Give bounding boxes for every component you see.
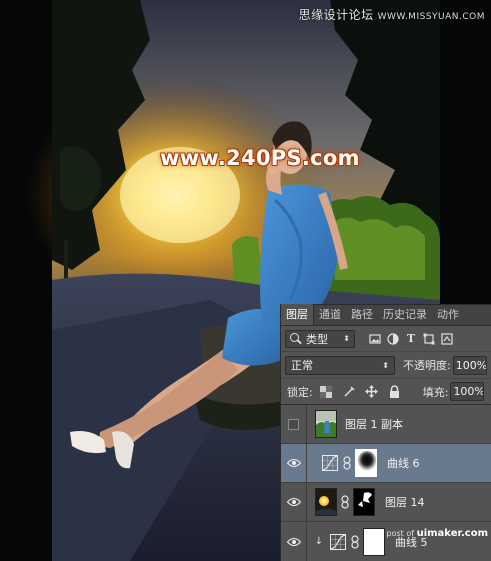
chain-link-icon[interactable] xyxy=(343,456,351,470)
layer-row-curves6[interactable]: 曲线 6 xyxy=(281,443,491,483)
visibility-toggle[interactable] xyxy=(281,482,307,522)
watermark-bottom-prefix: post of xyxy=(386,529,415,538)
fill-input[interactable]: 100% xyxy=(450,382,485,401)
eye-icon xyxy=(286,497,301,507)
eye-icon xyxy=(286,458,301,468)
visibility-off-box xyxy=(288,418,299,430)
type-filter-icon[interactable]: T xyxy=(405,332,417,345)
blend-row: 正常 ⬍ 不透明度: 100% xyxy=(281,352,491,379)
watermark-bottom: post of uimaker.com xyxy=(387,528,488,539)
lock-transparent-pixels-icon[interactable] xyxy=(319,385,333,399)
layer-filter-row: 类型 ⬍ T xyxy=(281,326,491,352)
chain-link-icon[interactable] xyxy=(351,534,359,549)
opacity-input[interactable]: 100% xyxy=(452,355,487,375)
layer-name: 图层 1 副本 xyxy=(345,418,403,431)
lock-label: 锁定: xyxy=(287,385,313,399)
curves-adjustment-icon xyxy=(329,533,347,551)
watermark-top-url: WWW.MISSYUAN.COM xyxy=(377,12,485,22)
clipping-mask-arrow-icon: ↓ xyxy=(314,536,324,547)
tab-layers[interactable]: 图层 xyxy=(281,304,314,325)
layer-thumbnail xyxy=(315,410,337,438)
image-filter-icon[interactable] xyxy=(369,333,381,345)
tab-history[interactable]: 历史记录 xyxy=(378,304,432,325)
visibility-toggle[interactable] xyxy=(281,522,307,561)
lock-image-pixels-icon[interactable] xyxy=(342,385,356,399)
layer-mask-thumbnail[interactable] xyxy=(353,488,375,516)
visibility-toggle[interactable] xyxy=(281,404,307,444)
updown-caret-icon: ⬍ xyxy=(382,360,389,370)
blend-mode-value: 正常 xyxy=(291,359,313,372)
lock-all-icon[interactable] xyxy=(388,385,402,399)
layer-row-layer14[interactable]: 图层 14 xyxy=(281,482,491,522)
opacity-label: 不透明度: xyxy=(403,359,451,372)
tab-paths[interactable]: 路径 xyxy=(346,304,378,325)
filter-kind-label: 类型 xyxy=(306,332,328,346)
layer-thumbnail xyxy=(315,488,337,516)
watermark-top: 思缘设计论坛 WWW.MISSYUAN.COM xyxy=(299,6,485,23)
tab-actions[interactable]: 动作 xyxy=(432,304,464,325)
layer-name: 曲线 6 xyxy=(387,457,420,470)
chain-link-icon[interactable] xyxy=(341,495,349,509)
lock-position-icon[interactable] xyxy=(365,385,379,399)
smart-object-filter-icon[interactable] xyxy=(441,332,453,345)
layer-name: 图层 14 xyxy=(385,496,425,509)
layers-panel: 图层 通道 路径 历史记录 动作 类型 ⬍ T 正常 ⬍ 不透明度: 100% … xyxy=(280,304,491,561)
adjustment-filter-icon[interactable] xyxy=(387,332,399,345)
updown-caret-icon: ⬍ xyxy=(343,334,350,343)
curves-adjustment-icon xyxy=(321,454,339,472)
watermark-top-cn: 思缘设计论坛 xyxy=(298,8,374,22)
panel-tabs: 图层 通道 路径 历史记录 动作 xyxy=(281,304,491,326)
layer-row-layer1-copy[interactable]: 图层 1 副本 xyxy=(281,404,491,444)
layer-mask-thumbnail[interactable] xyxy=(355,449,377,477)
filter-icons: T xyxy=(369,332,453,345)
filter-kind-select[interactable]: 类型 ⬍ xyxy=(285,329,355,348)
watermark-bottom-site: uimaker.com xyxy=(416,528,488,539)
watermark-center: www.240PS.com xyxy=(160,146,360,170)
blend-mode-select[interactable]: 正常 ⬍ xyxy=(285,355,395,375)
tab-channels[interactable]: 通道 xyxy=(314,304,346,325)
eye-icon xyxy=(286,537,301,546)
shape-filter-icon[interactable] xyxy=(423,333,435,345)
lock-row: 锁定: 填充: 100% xyxy=(281,379,491,405)
fill-label: 填充: xyxy=(422,385,449,399)
layer-mask-thumbnail[interactable] xyxy=(363,527,385,556)
search-icon xyxy=(290,332,302,345)
visibility-toggle[interactable] xyxy=(281,443,307,483)
